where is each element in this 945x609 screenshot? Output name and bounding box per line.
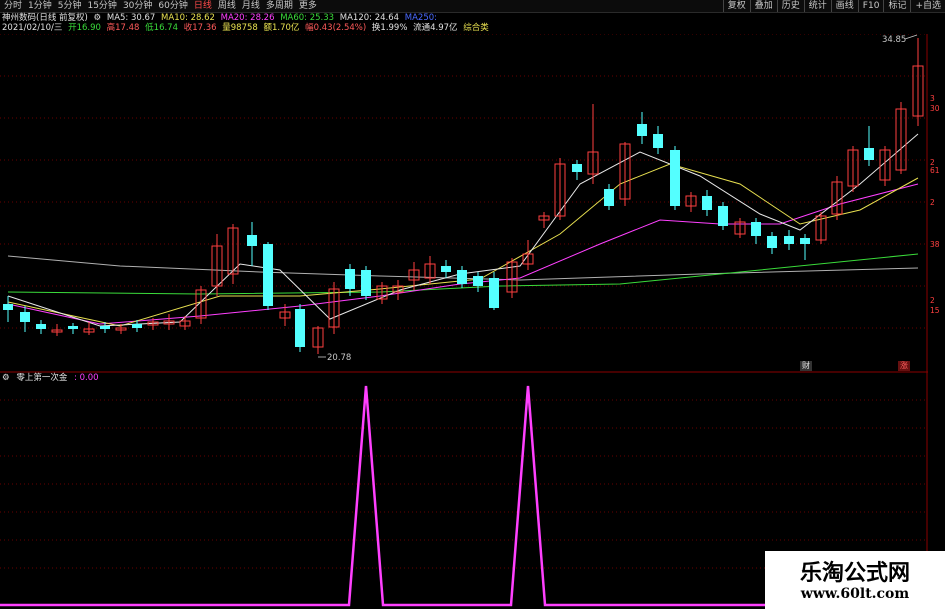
finance-badge[interactable]: 财 bbox=[800, 361, 812, 371]
candle-body-down bbox=[68, 326, 78, 329]
tool-button-3[interactable]: 统计 bbox=[803, 0, 831, 12]
extreme-markers: 34.85 20.78 bbox=[318, 34, 918, 363]
chart-tools: 复权 叠加 历史 统计 画线 F10 标记 +自选 bbox=[722, 0, 945, 12]
high-marker-line bbox=[904, 34, 918, 40]
tool-button-7[interactable]: +自选 bbox=[910, 0, 945, 12]
candle-body-down bbox=[864, 148, 874, 160]
ma5-line bbox=[7, 133, 919, 327]
period-tab-4[interactable]: 30分钟 bbox=[123, 0, 152, 12]
tool-button-2[interactable]: 历史 bbox=[776, 0, 804, 12]
period-tab-0[interactable]: 分时 bbox=[4, 0, 22, 12]
ma10-value: MA10: 28.62 bbox=[161, 13, 215, 23]
candle-body-down bbox=[718, 206, 728, 226]
tool-button-4[interactable]: 画线 bbox=[830, 0, 858, 12]
candle-body-down bbox=[263, 244, 273, 306]
low-marker-label: 20.78 bbox=[327, 353, 351, 363]
candle-body-down bbox=[751, 222, 761, 236]
limit-up-badge[interactable]: 涨 bbox=[898, 361, 910, 371]
settings-icon[interactable]: ⚙ bbox=[94, 13, 102, 23]
candle-body-down bbox=[361, 270, 371, 296]
period-tab-9[interactable]: 多周期 bbox=[266, 0, 293, 12]
candle-body-down bbox=[36, 324, 46, 329]
candle-body-down bbox=[100, 326, 110, 329]
bar-close: 收17.36 bbox=[183, 23, 217, 33]
indicator-title: ⚙ 零上第一次金 : 0.00 bbox=[2, 373, 103, 384]
candlesticks bbox=[3, 38, 924, 354]
candle-body-down bbox=[604, 189, 614, 206]
bar-change: 幅0.43(2.54%) bbox=[305, 23, 367, 33]
stock-title: 神州数码(日线 前复权) bbox=[2, 13, 88, 23]
price-axis-label: 38 bbox=[930, 240, 940, 249]
main-grid bbox=[0, 34, 928, 609]
watermark-url: www.60lt.com bbox=[800, 586, 910, 602]
period-toolbar: 分时 1分钟 5分钟 15分钟 30分钟 60分钟 日线 周线 月线 多周期 更多 复权 叠加 历史 统计… bbox=[0, 0, 945, 13]
stock-chart-window: 分时 1分钟 5分钟 15分钟 30分钟 60分钟 日线 周线 月线 多周期 更多 复权 叠加 历史 统计… bbox=[0, 0, 945, 609]
period-tab-7[interactable]: 周线 bbox=[218, 0, 236, 12]
candle-body-down bbox=[670, 150, 680, 206]
candle-body-down bbox=[20, 312, 30, 322]
indicator-value: : 0.00 bbox=[74, 373, 99, 383]
indicator-name: 零上第一次金 bbox=[16, 373, 68, 383]
ma10-line bbox=[7, 163, 919, 327]
watermark: 乐淘公式网 www.60lt.com bbox=[765, 551, 945, 609]
period-tab-5[interactable]: 60分钟 bbox=[158, 0, 187, 12]
period-tab-8[interactable]: 月线 bbox=[242, 0, 260, 12]
period-tab-6[interactable]: 日线 bbox=[194, 0, 212, 12]
candle-body-down bbox=[702, 196, 712, 210]
candle-body-down bbox=[784, 236, 794, 244]
bar-date: 2021/02/10/三 bbox=[2, 23, 63, 33]
tool-button-6[interactable]: 标记 bbox=[883, 0, 910, 12]
candle-body-down bbox=[489, 278, 499, 308]
candle-body-down bbox=[457, 270, 467, 284]
period-tab-3[interactable]: 15分钟 bbox=[87, 0, 116, 12]
candle-body-down bbox=[441, 266, 451, 272]
period-tabs: 分时 1分钟 5分钟 15分钟 30分钟 60分钟 日线 周线 月线 多周期 更多 bbox=[4, 0, 317, 12]
candle-body-down bbox=[295, 309, 305, 347]
ma250-value: MA250: bbox=[404, 13, 438, 23]
ma5-value: MA5: 30.67 bbox=[106, 13, 156, 23]
tool-button-1[interactable]: 叠加 bbox=[749, 0, 777, 12]
indicator-settings-icon[interactable]: ⚙ bbox=[2, 373, 10, 383]
bar-sector[interactable]: 综合类 bbox=[463, 23, 489, 33]
candle-body-down bbox=[653, 134, 663, 148]
price-axis-label: 2 bbox=[930, 296, 935, 305]
candle-body-down bbox=[572, 164, 582, 172]
candle-body-down bbox=[767, 236, 777, 248]
candle-body-down bbox=[247, 235, 257, 246]
bar-low: 低16.74 bbox=[145, 23, 178, 33]
tool-button-0[interactable]: 复权 bbox=[722, 0, 750, 12]
ma20-line bbox=[7, 183, 919, 325]
period-tab-1[interactable]: 1分钟 bbox=[28, 0, 52, 12]
candle-body-down bbox=[3, 304, 13, 310]
period-tab-2[interactable]: 5分钟 bbox=[58, 0, 82, 12]
bar-float-cap: 流通4.97亿 bbox=[413, 23, 458, 33]
period-tab-10[interactable]: 更多 bbox=[299, 0, 317, 12]
price-axis-label: 2 bbox=[930, 198, 935, 207]
bar-high: 高17.48 bbox=[106, 23, 140, 33]
bar-open: 开16.90 bbox=[68, 23, 101, 33]
moving-average-lines bbox=[7, 133, 919, 327]
price-axis-label: 30 bbox=[930, 104, 940, 113]
bar-turnover: 换1.99% bbox=[371, 23, 408, 33]
price-axis-label: 3 bbox=[930, 94, 935, 103]
price-axis-label: 61 bbox=[930, 166, 940, 175]
bar-amount: 额1.70亿 bbox=[263, 23, 300, 33]
candle-body-down bbox=[637, 124, 647, 136]
chart-canvas[interactable]: 34.85 20.78 bbox=[0, 34, 928, 609]
price-axis: 3 30 2 61 2 38 2 15 bbox=[928, 34, 945, 374]
ma60-value: MA60: 25.33 bbox=[280, 13, 335, 23]
tool-button-5[interactable]: F10 bbox=[857, 0, 884, 12]
bar-volume: 量98758 bbox=[222, 23, 258, 33]
ma120-value: MA120: 24.64 bbox=[339, 13, 400, 23]
candle-body-down bbox=[132, 324, 142, 328]
sub-grid bbox=[0, 399, 928, 569]
high-marker-label: 34.85 bbox=[882, 35, 906, 45]
bar-info-line: 2021/02/10/三 开16.90 高17.48 低16.74 收17.36… bbox=[2, 23, 492, 34]
watermark-title: 乐淘公式网 bbox=[799, 560, 910, 586]
ma20-value: MA20: 28.26 bbox=[220, 13, 275, 23]
price-axis-label: 15 bbox=[930, 306, 940, 315]
candle-body-down bbox=[473, 276, 483, 286]
candle-body-down bbox=[345, 269, 355, 289]
candle-body-down bbox=[800, 238, 810, 244]
